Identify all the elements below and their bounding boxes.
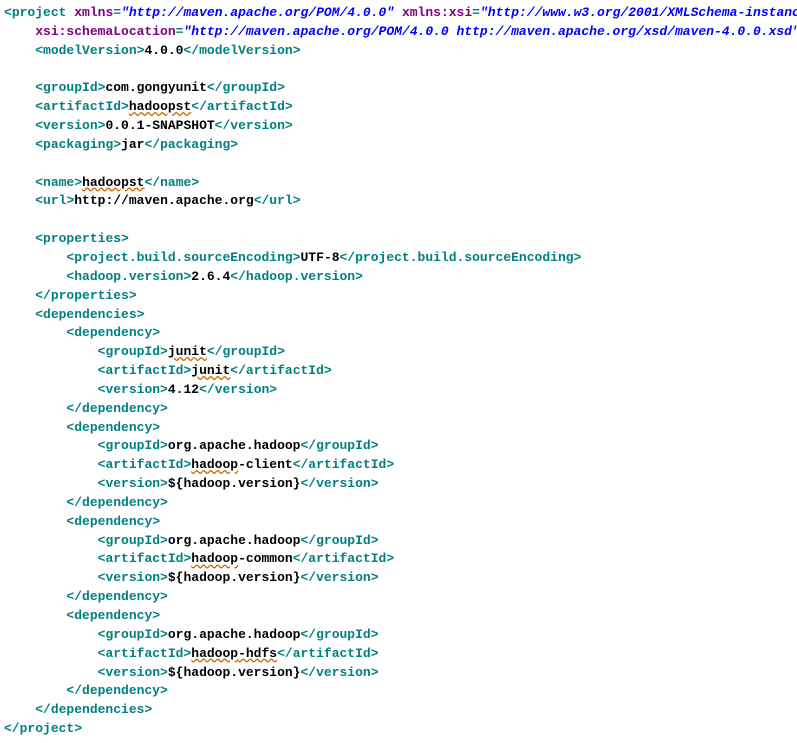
xml-code-block: <project xmlns="http://maven.apache.org/…	[4, 4, 793, 739]
artifact-id-value: hadoopst	[129, 99, 191, 114]
